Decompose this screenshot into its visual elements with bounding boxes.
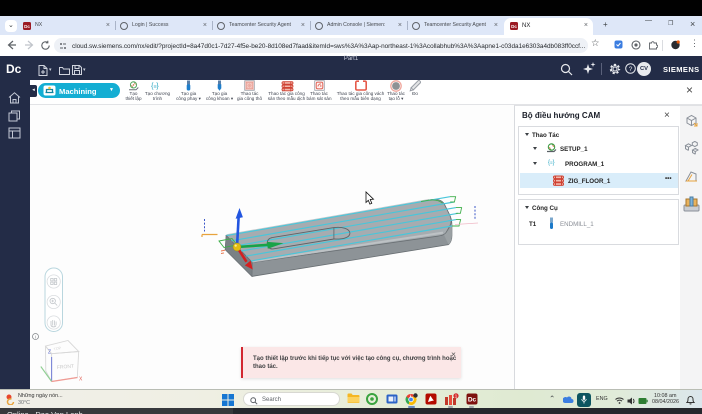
svg-text:FRONT: FRONT <box>57 364 75 371</box>
svg-text:?: ? <box>629 66 633 73</box>
svg-text:X: X <box>79 377 83 383</box>
svg-text:TOP: TOP <box>53 346 62 352</box>
svg-text:i: i <box>35 335 36 341</box>
svg-text:Dc: Dc <box>468 397 477 404</box>
svg-text:Z: Z <box>48 350 51 356</box>
